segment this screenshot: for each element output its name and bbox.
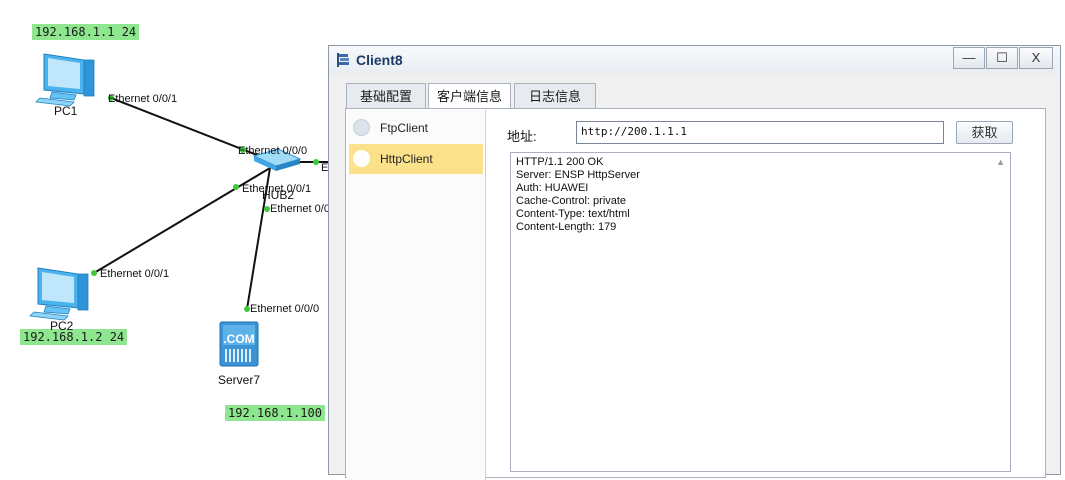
response-line: HTTP/1.1 200 OK — [516, 156, 604, 168]
tab-client-info[interactable]: 客户端信息 — [428, 83, 511, 110]
response-line: Content-Type: text/html — [516, 208, 630, 220]
list-item-httpclient[interactable]: HttpClient — [349, 144, 483, 174]
list-item-ftpclient[interactable]: FtpClient — [349, 113, 483, 143]
ip-label-pc1: 192.168.1.1 24 — [32, 24, 140, 40]
status-dot-icon — [353, 119, 370, 136]
pc2-icon[interactable] — [29, 267, 89, 321]
port-label-pc1: Ethernet 0/0/1 — [108, 93, 178, 105]
client-window: Client8 — ☐ X 基础配置 客户端信息 日志信息 FtpClient … — [328, 45, 1061, 480]
fetch-button[interactable]: 获取 — [956, 121, 1013, 144]
close-button[interactable]: X — [1019, 47, 1053, 69]
response-line: Cache-Control: private — [516, 195, 627, 207]
minimize-button[interactable]: — — [953, 47, 985, 69]
response-line: Server: ENSP HttpServer — [516, 169, 640, 181]
address-input[interactable]: http://200.1.1.1 — [576, 121, 944, 144]
response-text: HTTP/1.1 200 OK Server: ENSP HttpServer … — [516, 156, 640, 234]
window-titlebar[interactable]: Client8 — ☐ X — [329, 46, 1060, 74]
link-dot — [313, 159, 319, 165]
device-label-pc2: PC2 — [50, 319, 74, 333]
scroll-up-icon[interactable]: ▲ — [996, 157, 1005, 167]
server-badge-text: .COM — [223, 332, 255, 346]
client-type-list: FtpClient HttpClient — [347, 110, 486, 480]
window-title: Client8 — [356, 52, 403, 68]
port-label-server: Ethernet 0/0/0 — [250, 303, 320, 315]
list-item-label: HttpClient — [380, 152, 433, 166]
pc1-icon[interactable] — [35, 53, 95, 107]
port-label-pc2: Ethernet 0/0/1 — [100, 268, 170, 280]
list-item-label: FtpClient — [380, 121, 429, 135]
link-dot — [91, 270, 97, 276]
app-icon — [337, 53, 349, 67]
response-line: Content-Length: 179 — [516, 221, 617, 233]
port-label-hub0: Ethernet 0/0/0 — [238, 145, 308, 157]
ip-label-server: 192.168.1.100 — [225, 405, 325, 421]
port-label-hub1: Ethernet 0/0/1 — [242, 183, 312, 195]
device-label-pc1: PC1 — [54, 104, 78, 118]
status-dot-icon — [353, 150, 370, 167]
response-textarea[interactable]: HTTP/1.1 200 OK Server: ENSP HttpServer … — [510, 152, 1011, 472]
response-line: Auth: HUAWEI — [516, 182, 589, 194]
device-label-server: Server7 — [218, 373, 261, 387]
ip-label-pc2: 192.168.1.2 24 — [20, 329, 128, 345]
maximize-button[interactable]: ☐ — [986, 47, 1018, 69]
tab-basic-config[interactable]: 基础配置 — [346, 83, 426, 109]
link-dot — [233, 184, 239, 190]
address-label: 地址: — [507, 129, 537, 144]
port-label-hub-partial: Ethernet 0/0 — [270, 203, 330, 215]
topology-canvas — [29, 53, 330, 367]
tab-log-info[interactable]: 日志信息 — [514, 83, 596, 109]
